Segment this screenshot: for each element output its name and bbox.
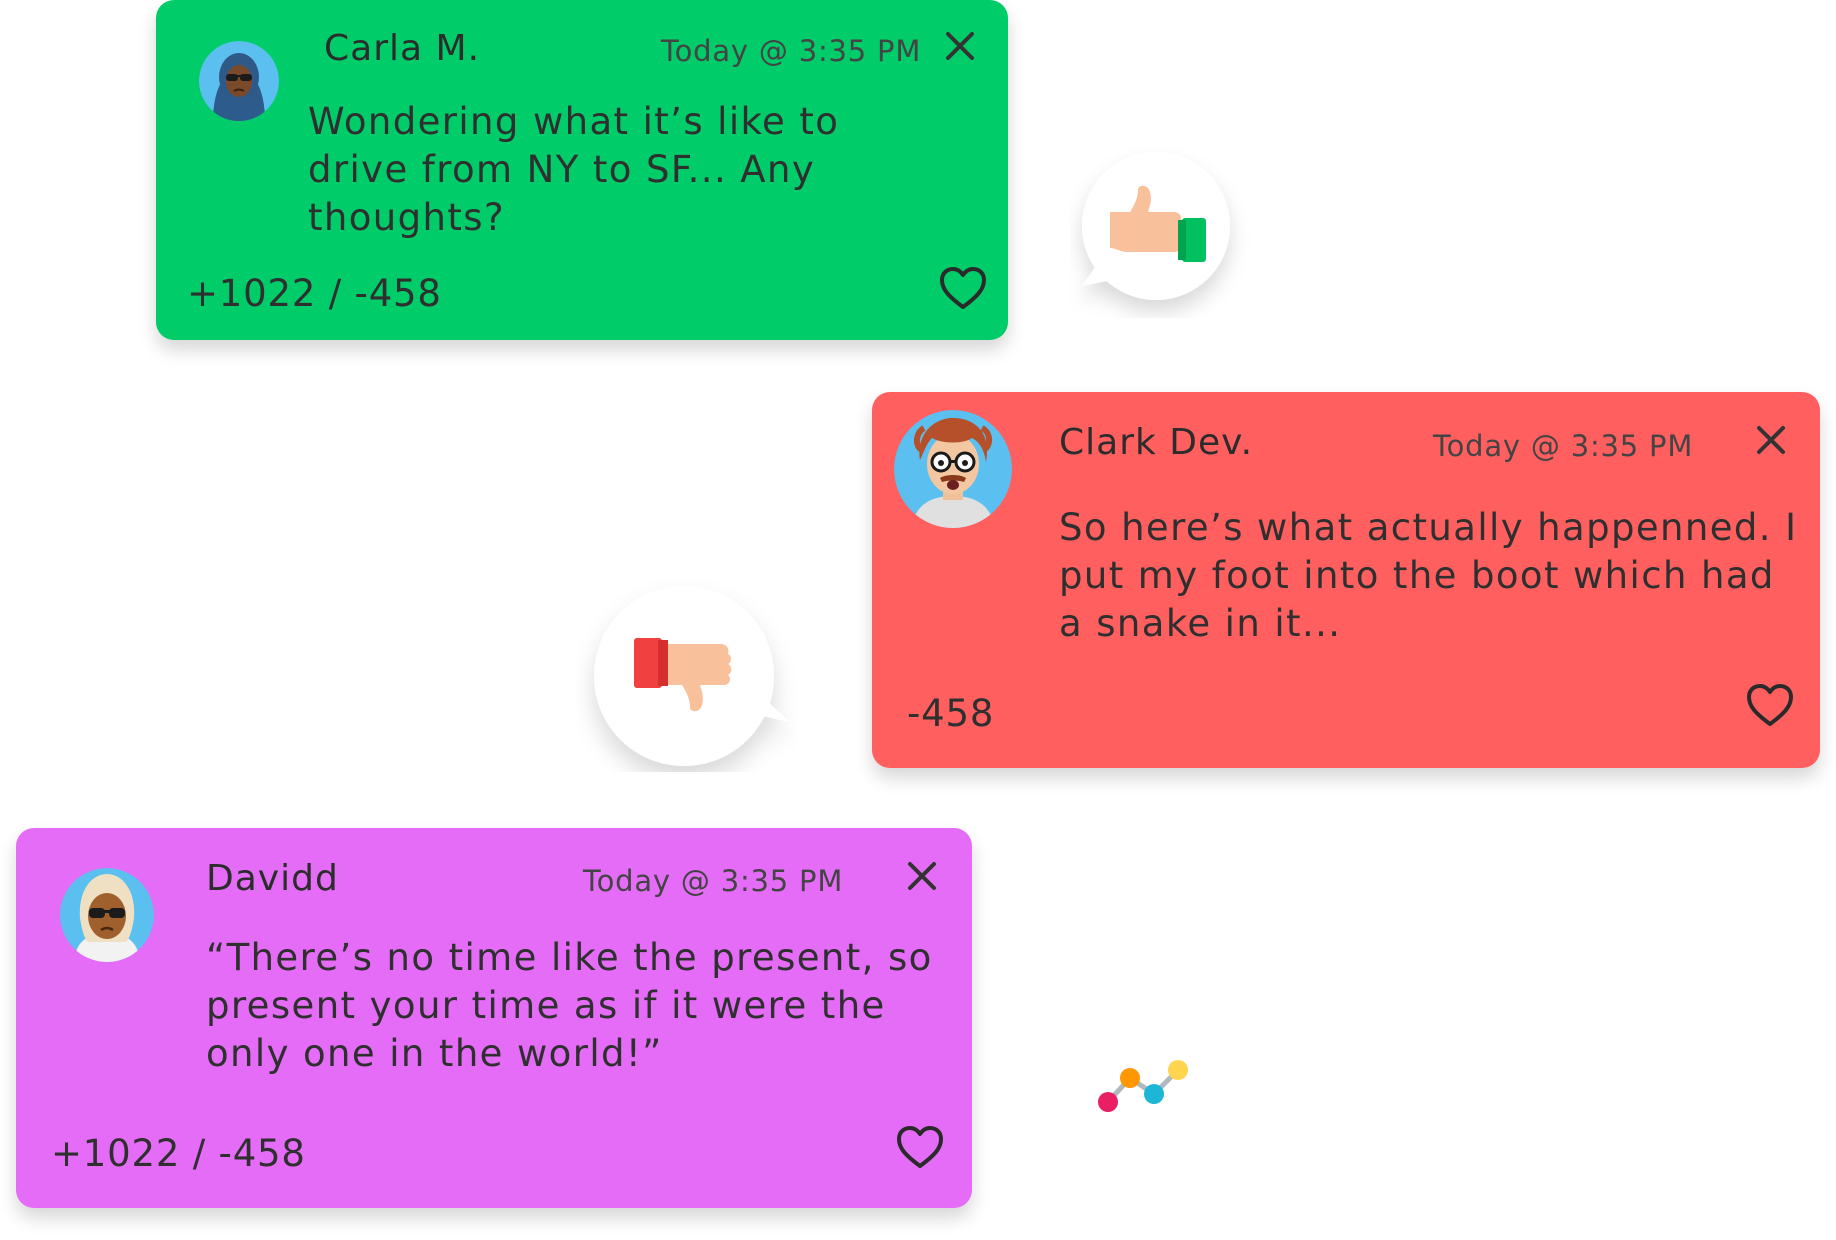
author-name: Clark Dev. [1059, 422, 1254, 463]
dots-line-icon [1098, 1060, 1188, 1112]
message-text: Wondering what it’s like to drive from N… [308, 100, 840, 239]
message-text: So here’s what actually happenned. I put… [1059, 506, 1798, 645]
heart-icon[interactable] [1745, 682, 1795, 728]
close-icon[interactable] [906, 860, 938, 892]
avatar [199, 41, 279, 121]
post-card-carla: Carla M. Today @ 3:35 PM Wondering what … [156, 0, 1008, 340]
avatar-carla-icon [199, 41, 279, 121]
timestamp: Today @ 3:35 PM [661, 34, 922, 68]
timestamp: Today @ 3:35 PM [583, 864, 844, 898]
avatar-clark-icon [894, 410, 1012, 528]
post-card-davidd: Davidd Today @ 3:35 PM “There’s no time … [16, 828, 972, 1208]
close-icon[interactable] [1755, 424, 1787, 456]
close-icon[interactable] [944, 30, 976, 62]
post-card-clark: Clark Dev. Today @ 3:35 PM So here’s wha… [872, 392, 1820, 768]
thumbs-down-icon [594, 586, 790, 766]
vote-count: -458 [907, 692, 995, 735]
message-text: “There’s no time like the present, so pr… [206, 936, 933, 1075]
dislike-bubble [576, 572, 796, 772]
author-name: Carla M. [324, 28, 481, 69]
heart-icon[interactable] [895, 1124, 945, 1170]
timestamp: Today @ 3:35 PM [1433, 429, 1694, 463]
avatar [60, 868, 154, 962]
vote-count: +1022 / -458 [187, 272, 442, 315]
vote-count: +1022 / -458 [51, 1132, 306, 1175]
avatar-davidd-icon [60, 868, 154, 962]
thumbs-up-icon [1082, 152, 1230, 300]
avatar [894, 410, 1012, 528]
heart-icon[interactable] [938, 265, 988, 311]
like-bubble [1070, 148, 1250, 318]
author-name: Davidd [206, 858, 339, 899]
